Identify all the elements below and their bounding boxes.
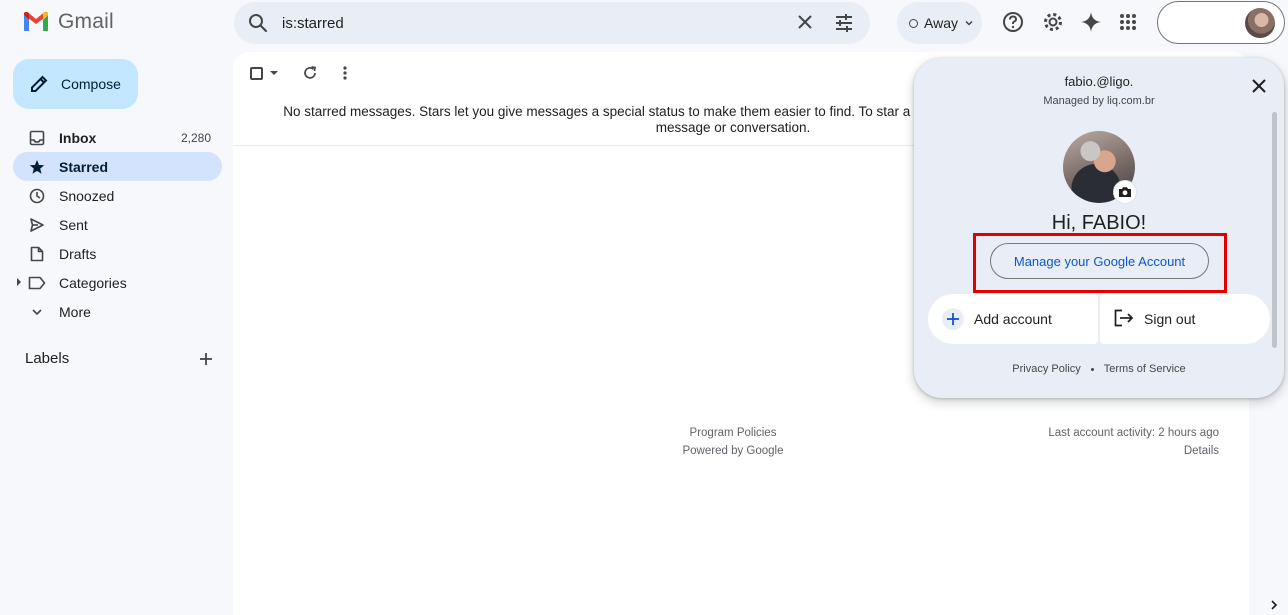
draft-file-icon bbox=[27, 244, 47, 264]
sign-out-label: Sign out bbox=[1144, 311, 1196, 327]
search-input[interactable] bbox=[282, 10, 782, 36]
search-bar bbox=[234, 2, 870, 44]
sidebar-item-label: Snoozed bbox=[59, 187, 115, 204]
compose-button[interactable]: Compose bbox=[13, 59, 138, 109]
sidebar-item-sent[interactable]: Sent bbox=[13, 210, 222, 239]
send-icon bbox=[27, 215, 47, 235]
sidebar-item-drafts[interactable]: Drafts bbox=[13, 239, 222, 268]
account-activity: Last account activity: 2 hours ago Detai… bbox=[1023, 424, 1219, 460]
select-dropdown-icon[interactable] bbox=[270, 71, 278, 75]
status-dot-icon bbox=[909, 18, 918, 28]
gmail-logo[interactable]: Gmail bbox=[22, 10, 114, 34]
sidebar-item-categories[interactable]: Categories bbox=[13, 268, 222, 297]
expand-caret-icon[interactable] bbox=[17, 278, 21, 286]
privacy-policy-link[interactable]: Privacy Policy bbox=[1012, 363, 1080, 375]
plus-icon bbox=[942, 308, 964, 330]
account-actions: Add account Sign out bbox=[928, 294, 1270, 344]
sidebar-item-label: Sent bbox=[59, 216, 88, 233]
sidebar-item-more[interactable]: More bbox=[13, 297, 222, 326]
manage-google-account-button[interactable]: Manage your Google Account bbox=[990, 243, 1209, 279]
sidebar-item-snoozed[interactable]: Snoozed bbox=[13, 181, 222, 210]
sidebar-item-label: Starred bbox=[59, 158, 109, 175]
chevron-right-icon[interactable] bbox=[1268, 598, 1280, 615]
last-activity-text: Last account activity: 2 hours ago bbox=[1048, 427, 1219, 439]
gemini-sparkle-icon[interactable] bbox=[1080, 11, 1102, 33]
add-label-icon[interactable] bbox=[196, 349, 216, 374]
greeting-text: Hi, FABIO! bbox=[1051, 212, 1147, 234]
gmail-logo-text: Gmail bbox=[58, 10, 114, 33]
sign-out-button[interactable]: Sign out bbox=[1100, 294, 1270, 344]
powered-by-google-text: Powered by Google bbox=[682, 445, 784, 457]
terms-of-service-link[interactable]: Terms of Service bbox=[1104, 363, 1186, 375]
account-popup: fabio.@ligo. Managed by liq.com.br Hi, F… bbox=[914, 58, 1284, 398]
clock-icon bbox=[27, 186, 47, 206]
pencil-icon bbox=[31, 75, 48, 92]
account-chip[interactable] bbox=[1157, 1, 1285, 44]
program-policies-link[interactable]: Program Policies bbox=[673, 424, 793, 442]
close-icon[interactable] bbox=[1249, 76, 1269, 101]
separator-dot bbox=[1090, 367, 1094, 371]
search-icon[interactable] bbox=[248, 13, 268, 38]
add-account-label: Add account bbox=[974, 311, 1052, 327]
details-link[interactable]: Details bbox=[1023, 442, 1219, 460]
refresh-icon[interactable] bbox=[301, 64, 319, 87]
clear-search-icon[interactable] bbox=[796, 13, 814, 36]
footer-links: Program Policies Powered by Google bbox=[673, 424, 793, 460]
account-name-redacted bbox=[1170, 8, 1242, 38]
managed-by-text: Managed by liq.com.br bbox=[1043, 95, 1155, 107]
more-vert-icon[interactable] bbox=[336, 64, 354, 87]
star-icon bbox=[27, 157, 47, 177]
sidebar-item-starred[interactable]: Starred bbox=[13, 152, 222, 181]
search-options-icon[interactable] bbox=[834, 13, 854, 38]
sidebar-item-label: Categories bbox=[59, 274, 127, 291]
account-email: fabio.@ligo. bbox=[1064, 74, 1134, 89]
popup-footer: Privacy Policy Terms of Service bbox=[914, 363, 1284, 375]
gmail-m-icon bbox=[24, 11, 48, 31]
apps-grid-icon[interactable] bbox=[1117, 11, 1139, 33]
select-all-checkbox[interactable] bbox=[250, 67, 263, 80]
camera-icon[interactable] bbox=[1114, 181, 1136, 203]
status-label: Away bbox=[924, 15, 958, 31]
sidebar-item-label: Drafts bbox=[59, 245, 97, 262]
logout-icon bbox=[1114, 309, 1134, 330]
status-selector[interactable]: Away bbox=[897, 2, 982, 44]
add-account-button[interactable]: Add account bbox=[928, 294, 1098, 344]
sidebar-item-inbox[interactable]: Inbox 2,280 bbox=[13, 123, 222, 152]
sidebar-item-label: More bbox=[59, 303, 91, 320]
sidebar-nav: Inbox 2,280 Starred Snoozed Sent Drafts … bbox=[13, 123, 222, 326]
labels-heading: Labels bbox=[25, 350, 70, 367]
avatar[interactable] bbox=[1245, 8, 1275, 38]
compose-label: Compose bbox=[61, 76, 121, 92]
chevron-down-icon bbox=[27, 302, 47, 322]
label-tag-icon bbox=[27, 273, 47, 293]
chevron-down-icon bbox=[965, 20, 973, 26]
inbox-count: 2,280 bbox=[180, 130, 211, 145]
sidebar-item-label: Inbox bbox=[59, 129, 97, 146]
help-icon[interactable] bbox=[1002, 11, 1024, 33]
gear-icon[interactable] bbox=[1042, 11, 1064, 33]
inbox-icon bbox=[27, 128, 47, 148]
